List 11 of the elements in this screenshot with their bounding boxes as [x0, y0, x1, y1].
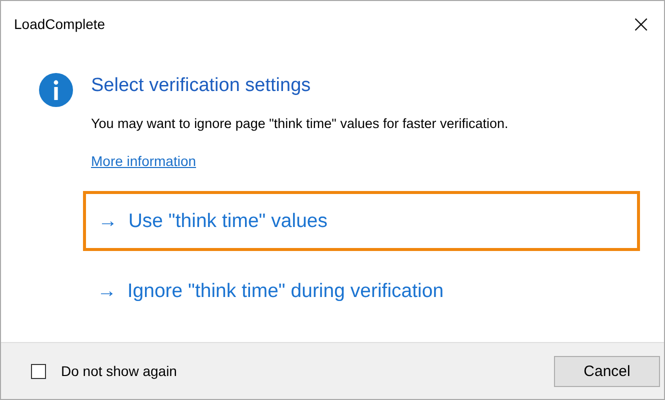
more-information-link[interactable]: More information	[91, 153, 196, 169]
close-button[interactable]: ×	[618, 1, 664, 47]
checkbox[interactable]	[31, 364, 46, 378]
command-link[interactable]: → Ignore "think time" during verification	[83, 261, 640, 321]
cancel-button[interactable]: Cancel	[554, 356, 660, 386]
dialog-heading: Select verification settings	[91, 75, 312, 97]
message-text: You may want to ignore page "think time" values for faster verification.	[91, 116, 508, 131]
window-title: LoadComplete	[14, 16, 106, 32]
command-link[interactable]: → Use "think time" values	[83, 191, 640, 251]
checkbox-label: Do not show again	[61, 363, 177, 379]
info-icon	[39, 73, 73, 107]
